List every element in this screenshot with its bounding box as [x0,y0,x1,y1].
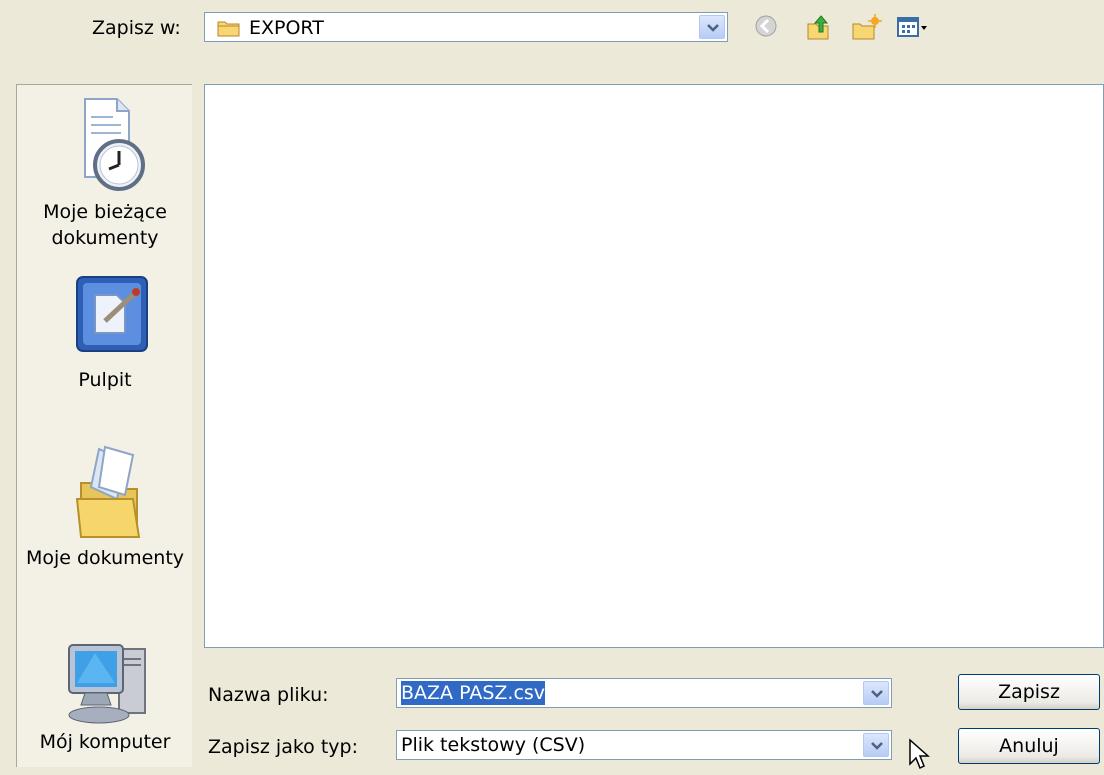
place-label: Moje dokumenty [25,547,185,569]
chevron-down-icon [871,690,883,698]
filename-dropdown-button[interactable] [863,681,889,705]
up-folder-icon[interactable] [804,12,834,47]
mouse-cursor-icon [908,738,932,775]
place-my-documents[interactable]: Moje dokumenty [17,441,193,571]
filetype-value: Plik tekstowy (CSV) [401,734,586,756]
places-bar: Moje bieżące dokumenty Pulpit Moje dokum… [16,84,192,767]
recent-documents-icon [17,95,193,199]
back-icon[interactable] [752,12,780,45]
place-desktop[interactable]: Pulpit [17,271,193,393]
my-computer-icon [17,633,193,729]
cancel-button[interactable]: Anuluj [958,728,1100,764]
filetype-dropdown-button[interactable] [863,733,889,757]
place-label: Mój komputer [39,731,171,753]
filename-label: Nazwa pliku: [208,684,329,706]
save-in-label: Zapisz w: [92,17,181,39]
filetype-label: Zapisz jako typ: [208,736,358,758]
filename-value: BAZA PASZ.csv [401,681,546,705]
place-recent-documents[interactable]: Moje bieżące dokumenty [17,95,193,251]
filename-input[interactable]: BAZA PASZ.csv [396,678,892,708]
save-in-location-combo[interactable]: EXPORT [204,12,728,42]
view-menu-icon[interactable] [894,12,930,47]
desktop-icon [17,271,193,367]
place-label: Moje bieżące [43,201,167,223]
save-in-location-text: EXPORT [249,17,324,39]
save-button[interactable]: Zapisz [958,674,1100,710]
place-label: dokumenty [51,227,159,249]
file-list-view[interactable] [204,84,1104,648]
chevron-down-icon [871,742,883,750]
chevron-down-icon [707,24,719,32]
filetype-select[interactable]: Plik tekstowy (CSV) [396,730,892,760]
folder-icon [217,19,241,42]
new-folder-icon[interactable] [850,12,882,47]
place-my-computer[interactable]: Mój komputer [17,633,193,755]
save-in-dropdown-button[interactable] [699,15,725,39]
my-documents-icon [17,441,193,545]
place-label: Pulpit [78,369,132,391]
